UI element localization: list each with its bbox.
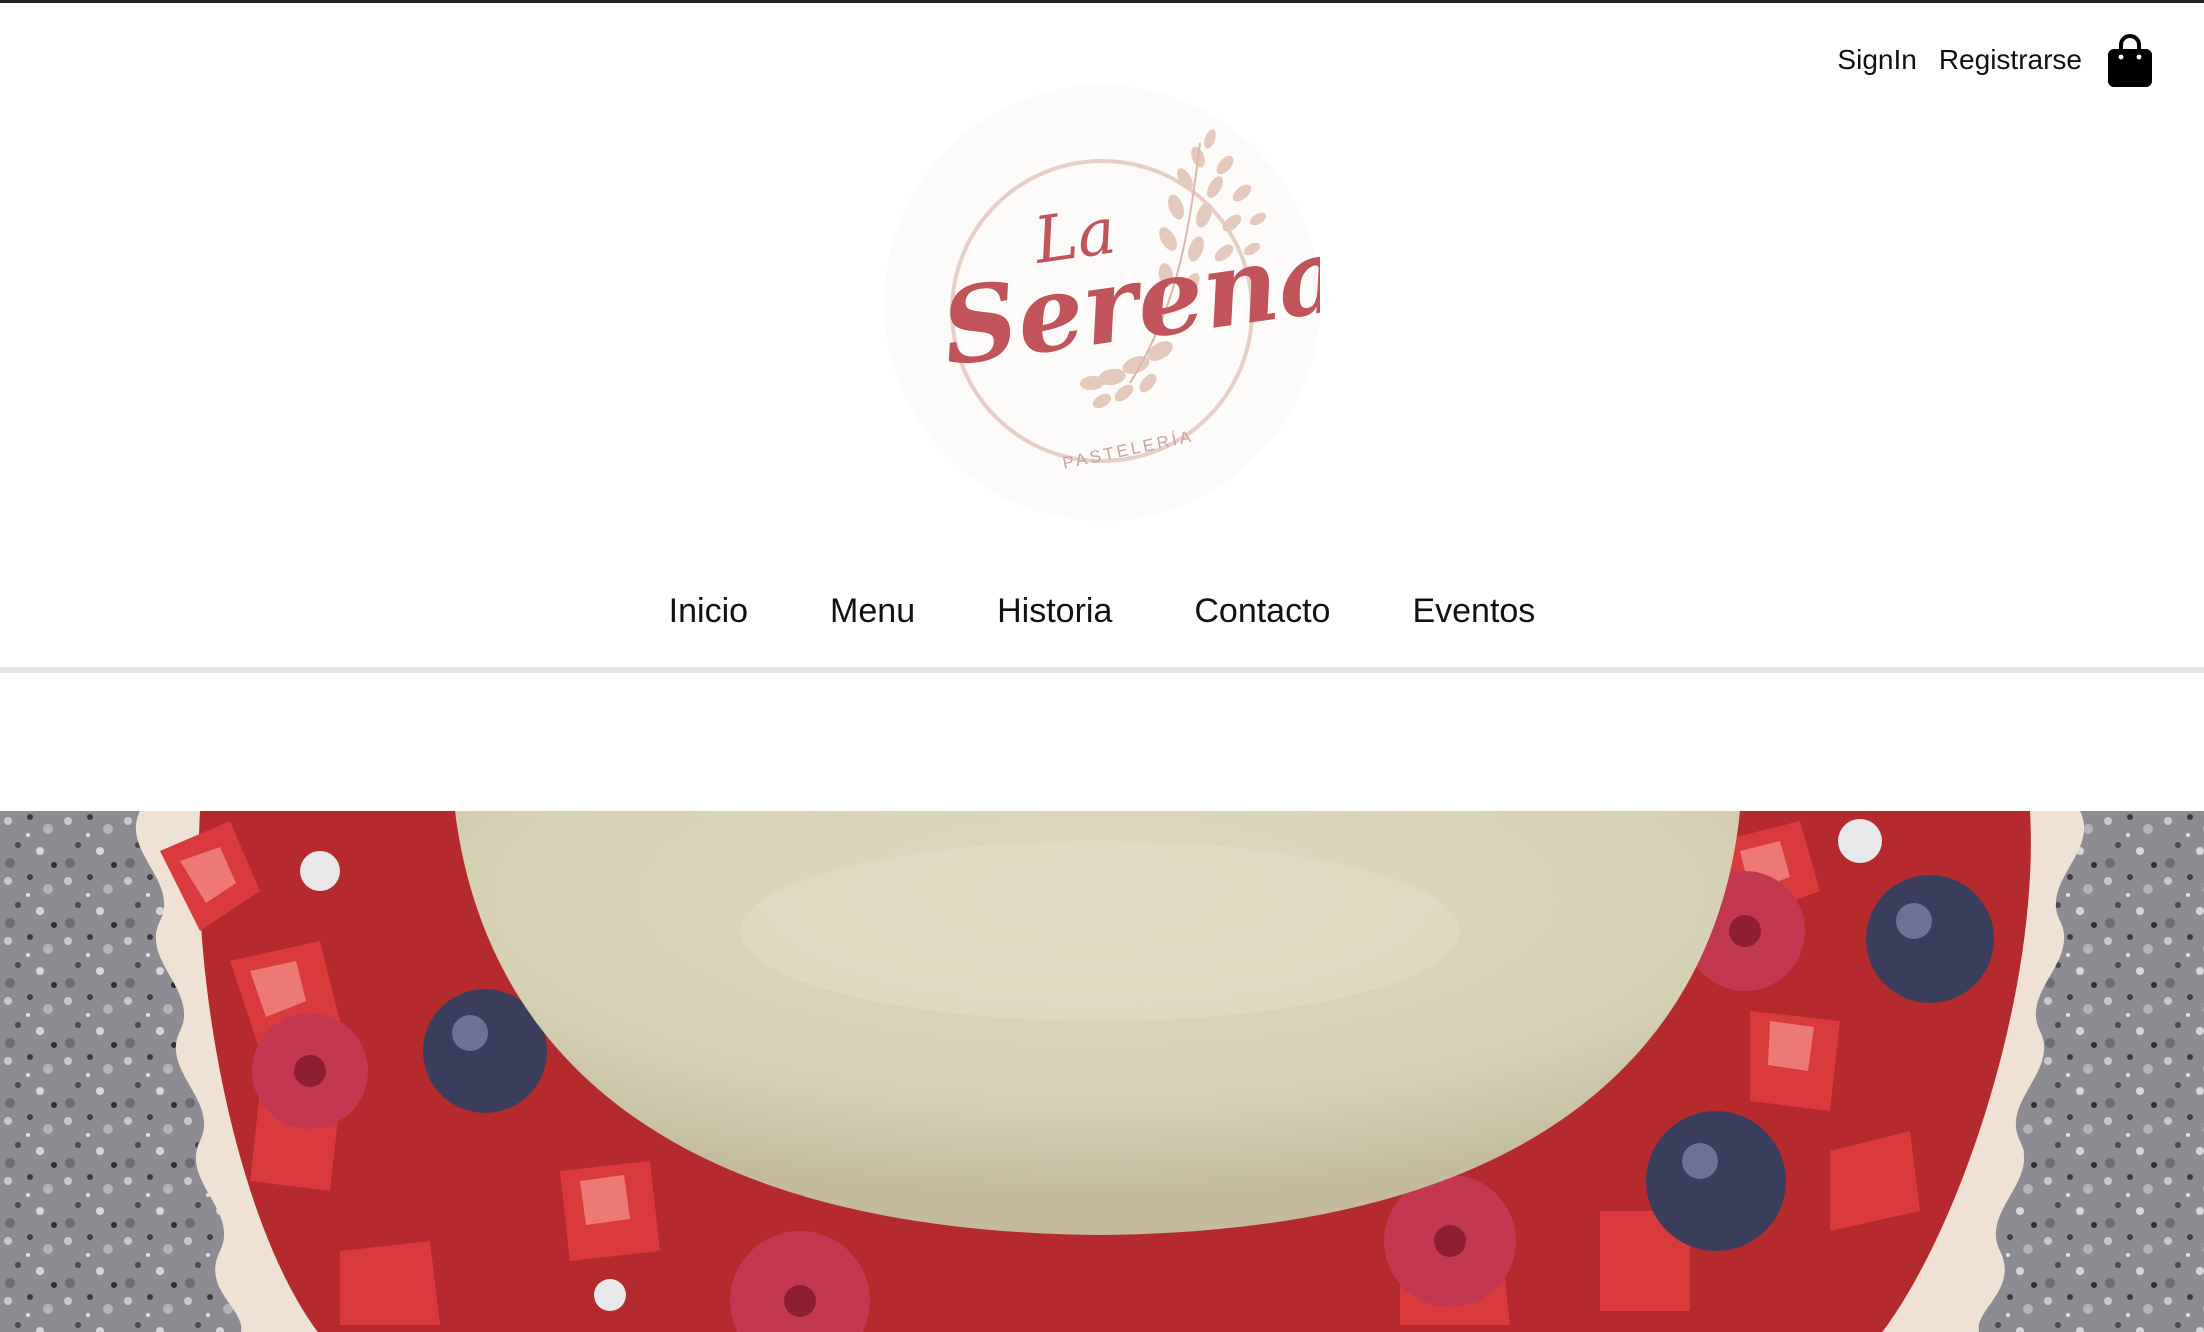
main-nav: Inicio Menu Historia Contacto Eventos <box>0 583 2204 639</box>
register-link[interactable]: Registrarse <box>1939 44 2082 76</box>
hero-image <box>0 811 2204 1332</box>
page: SignIn Registrarse La Serena PASTELERÍA … <box>0 0 2204 1332</box>
brand-logo[interactable]: La Serena PASTELERÍA <box>880 83 1320 523</box>
nav-item-eventos[interactable]: Eventos <box>1412 583 1535 639</box>
nav-item-historia[interactable]: Historia <box>997 583 1112 639</box>
shopping-bag-icon[interactable] <box>2106 33 2154 87</box>
nav-item-menu[interactable]: Menu <box>830 583 915 639</box>
signin-link[interactable]: SignIn <box>1837 44 1916 76</box>
nav-item-inicio[interactable]: Inicio <box>669 583 748 639</box>
nav-divider <box>0 667 2204 673</box>
auth-bar: SignIn Registrarse <box>1837 33 2154 87</box>
nav-item-contacto[interactable]: Contacto <box>1194 583 1330 639</box>
